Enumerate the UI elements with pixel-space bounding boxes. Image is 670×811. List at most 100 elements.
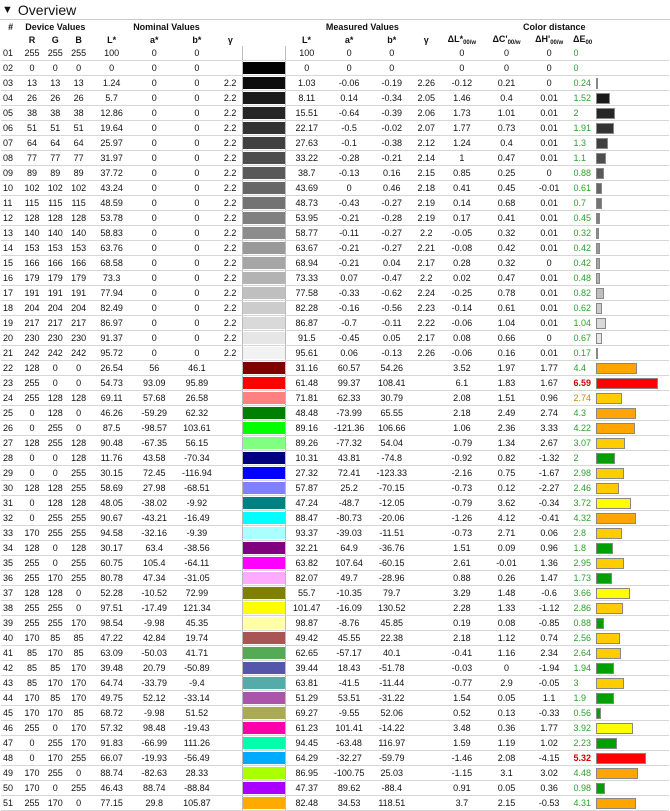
measured-l: 73.33 <box>285 270 328 286</box>
device-g: 230 <box>43 330 67 346</box>
delta-e-value: 1.8 <box>569 540 596 556</box>
delta-c: -0.01 <box>484 555 529 571</box>
delta-h: 0.01 <box>528 120 570 136</box>
delta-h: 0.01 <box>528 195 570 211</box>
nominal-a: -9.98 <box>132 615 176 631</box>
nominal-gamma <box>218 420 243 436</box>
measured-l: 47.37 <box>285 780 328 796</box>
measured-l: 8.11 <box>285 90 328 106</box>
row-num: 09 <box>1 165 21 181</box>
table-row: 02 0 0 0 0 0 0 0 0 0 0 0 0 0 <box>1 60 669 76</box>
nominal-a: -32.16 <box>132 525 176 541</box>
delta-c: 2.9 <box>484 675 529 691</box>
measured-l: 22.17 <box>285 120 328 136</box>
nominal-b: 0 <box>175 330 219 346</box>
delta-c: 3.62 <box>484 495 529 511</box>
nominal-gamma: 2.2 <box>218 75 243 91</box>
table-row: 03 13 13 13 1.24 0 0 2.2 1.03 -0.06 -0.19 2.26 -0.12… <box>1 75 669 91</box>
delta-e-bar <box>595 90 669 106</box>
measured-b: 106.66 <box>370 420 414 436</box>
device-g: 102 <box>43 180 67 196</box>
nominal-a: -98.57 <box>132 420 176 436</box>
row-num: 07 <box>1 135 21 151</box>
delta-c: 0.42 <box>484 240 529 256</box>
device-r: 179 <box>20 270 44 286</box>
delta-c: 0.05 <box>484 780 529 796</box>
device-r: 0 <box>20 465 44 481</box>
delta-e-value: 1.73 <box>569 570 596 586</box>
delta-h: 0.01 <box>528 300 570 316</box>
nominal-gamma: 2.2 <box>218 225 243 241</box>
device-r: 153 <box>20 240 44 256</box>
color-swatch <box>242 645 286 661</box>
delta-e-bar <box>595 120 669 136</box>
nominal-l: 12.86 <box>90 105 133 121</box>
color-swatch <box>242 450 286 466</box>
device-b: 170 <box>66 615 91 631</box>
measured-gamma <box>413 360 440 376</box>
overview-header[interactable]: ▼ Overview <box>0 0 670 20</box>
nominal-l: 60.75 <box>90 555 133 571</box>
measured-gamma <box>413 465 440 481</box>
row-num: 05 <box>1 105 21 121</box>
delta-c: 0.4 <box>484 135 529 151</box>
nominal-gamma <box>218 750 243 766</box>
device-r: 0 <box>20 750 44 766</box>
measured-l: 27.32 <box>285 465 328 481</box>
delta-c: 0 <box>484 60 529 76</box>
nominal-l: 37.72 <box>90 165 133 181</box>
measured-a: -9.55 <box>327 705 371 721</box>
color-swatch <box>242 375 286 391</box>
color-swatch <box>242 300 286 316</box>
nominal-gamma <box>218 360 243 376</box>
nominal-b: 0 <box>175 165 219 181</box>
nominal-l: 63.09 <box>90 645 133 661</box>
measured-l: 93.37 <box>285 525 328 541</box>
measured-a: 0.14 <box>327 90 371 106</box>
nominal-a: 0 <box>132 150 176 166</box>
nominal-b: 0 <box>175 135 219 151</box>
nominal-gamma <box>218 675 243 691</box>
delta-h: 0.01 <box>528 315 570 331</box>
delta-c: 0.05 <box>484 690 529 706</box>
nominal-a: 0 <box>132 270 176 286</box>
table-row: 34 128 0 128 30.17 63.4 -38.56 32.21 64.9 -36.76 1… <box>1 540 669 556</box>
nominal-gamma <box>218 405 243 421</box>
delta-e-bar <box>595 795 669 811</box>
color-swatch <box>242 390 286 406</box>
delta-l: 3.29 <box>439 585 485 601</box>
color-swatch <box>242 345 286 361</box>
delta-e-bar <box>595 255 669 271</box>
delta-l: 0.91 <box>439 780 485 796</box>
delta-e-bar <box>595 480 669 496</box>
delta-e-value: 1.04 <box>569 315 596 331</box>
row-num: 25 <box>1 405 21 421</box>
device-g: 77 <box>43 150 67 166</box>
delta-e-bar <box>595 570 669 586</box>
table-row: 44 170 85 170 49.75 52.12 -33.14 51.29 53.51 -31.… <box>1 690 669 706</box>
row-num: 19 <box>1 315 21 331</box>
nominal-gamma <box>218 690 243 706</box>
device-g: 128 <box>43 390 67 406</box>
delta-e-value: 2.23 <box>569 735 596 751</box>
measured-b: -14.22 <box>370 720 414 736</box>
table-row: 13 140 140 140 58.83 0 0 2.2 58.77 -0.11 -0.27 2.2-… <box>1 225 669 241</box>
measured-b: 54.26 <box>370 360 414 376</box>
measured-b: -0.47 <box>370 270 414 286</box>
table-row: 22 128 0 0 26.54 56 46.1 31.16 60.57 54.26 3.52 1.9… <box>1 360 669 376</box>
nominal-b: 105.87 <box>175 795 219 811</box>
nominal-b: -116.94 <box>175 465 219 481</box>
nominal-gamma <box>218 720 243 736</box>
measured-l: 68.94 <box>285 255 328 271</box>
delta-l: -1.46 <box>439 750 485 766</box>
measured-a: -0.28 <box>327 150 371 166</box>
measured-l: 63.81 <box>285 675 328 691</box>
nominal-b: 0 <box>175 300 219 316</box>
delta-l: -0.41 <box>439 645 485 661</box>
measured-b: 130.52 <box>370 600 414 616</box>
device-b: 170 <box>66 660 91 676</box>
device-r: 0 <box>20 420 44 436</box>
collapse-triangle-icon[interactable]: ▼ <box>2 4 13 16</box>
nominal-a: 0 <box>132 180 176 196</box>
nominal-l: 43.24 <box>90 180 133 196</box>
